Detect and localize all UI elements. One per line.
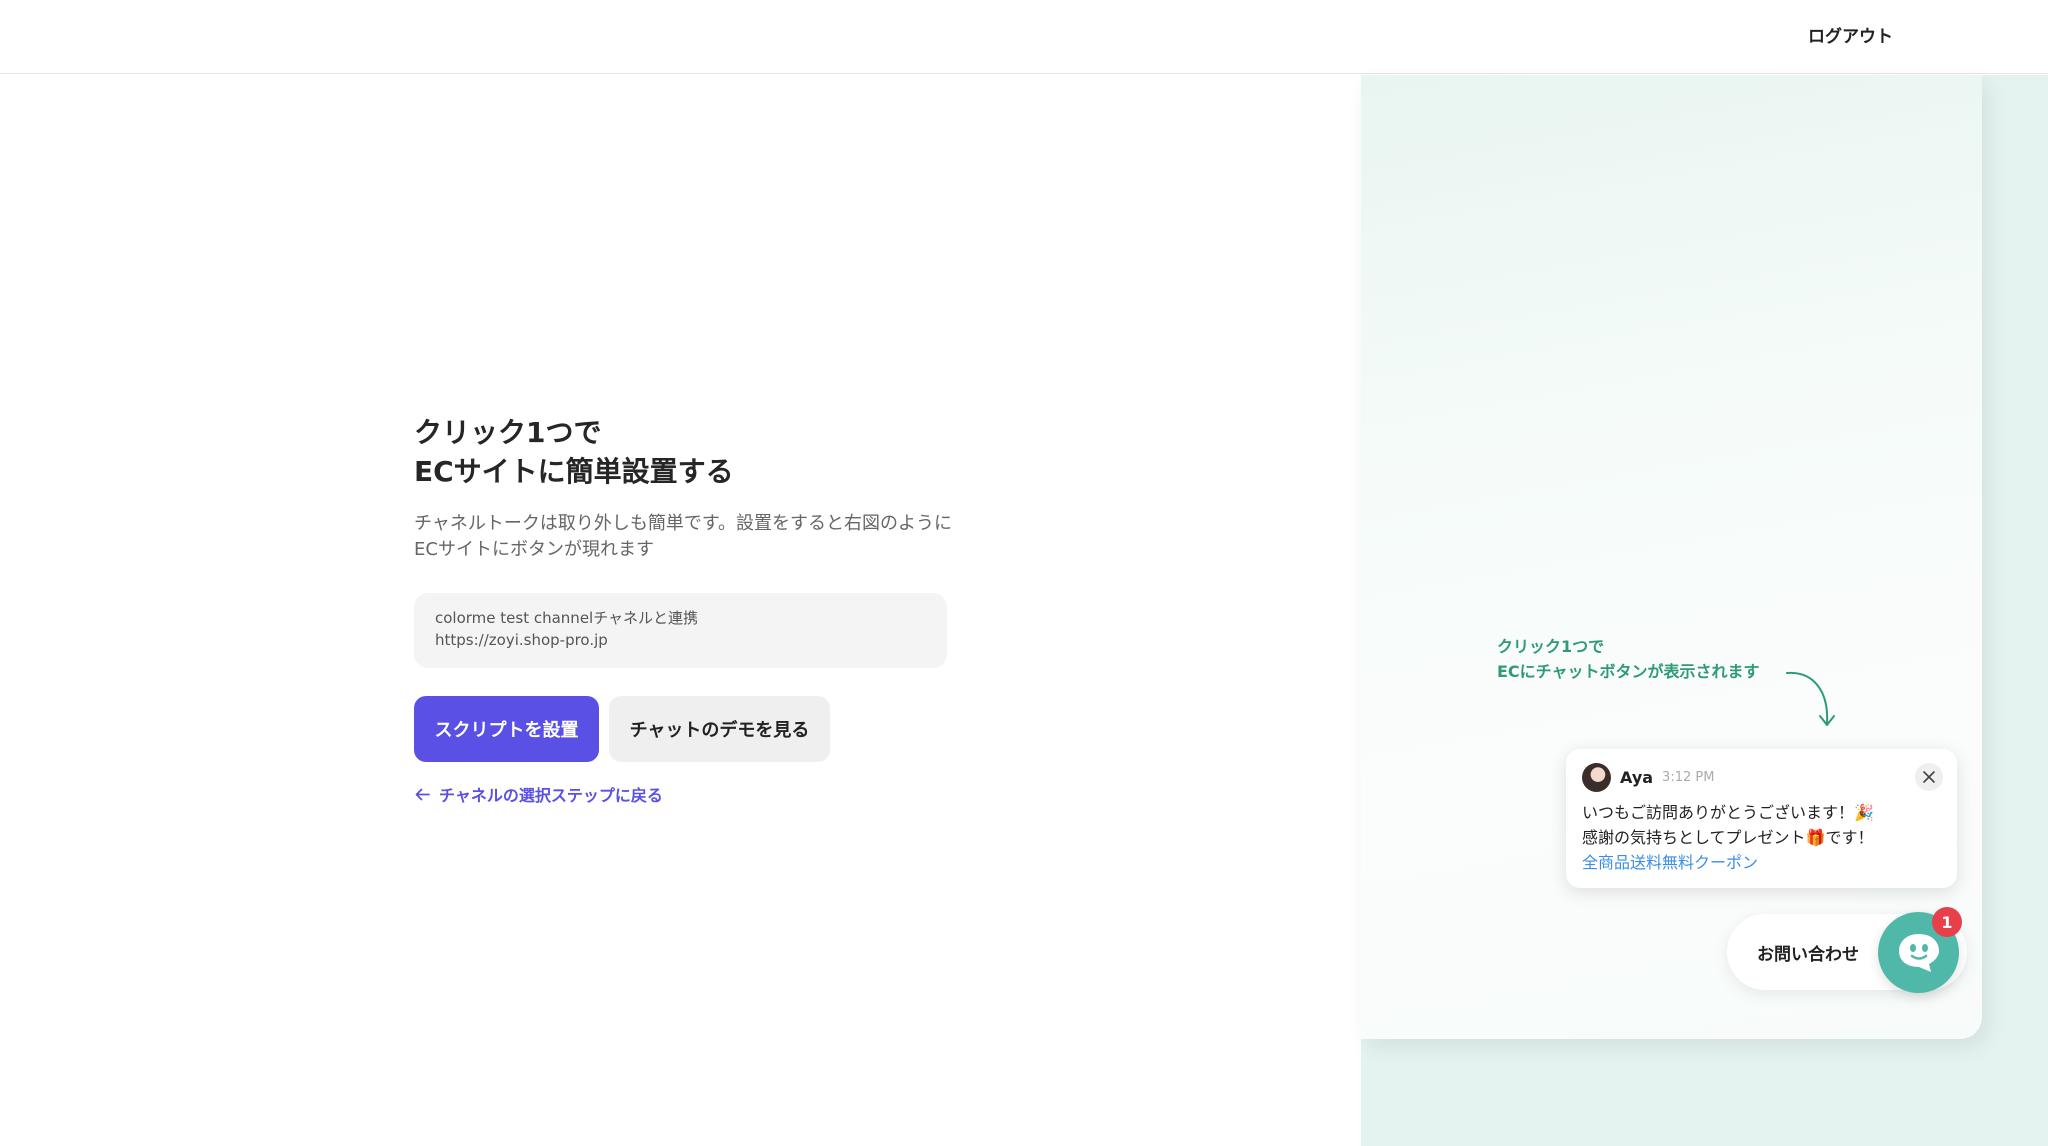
curved-arrow-icon: [1786, 671, 1835, 726]
back-to-channel-select-link[interactable]: チャネルの選択ステップに戻る: [414, 782, 954, 806]
chat-line-2: 感謝の気持ちとしてプレゼント🎁です！: [1582, 828, 1874, 847]
chat-close-button[interactable]: [1915, 763, 1943, 791]
chat-timestamp: 3:12 PM: [1662, 770, 1715, 785]
channel-info-box: colorme test channelチャネルと連携 https://zoyi…: [414, 593, 947, 668]
coupon-link[interactable]: 全商品送料無料クーポン: [1582, 850, 1941, 875]
title-line-1: クリック1つで: [414, 416, 602, 449]
annotation-line-1: クリック1つで: [1497, 637, 1605, 656]
close-icon: [1923, 771, 1935, 783]
preview-annotation: クリック1つで ECにチャットボタンが表示されます: [1497, 634, 1760, 684]
channel-url: https://zoyi.shop-pro.jp: [435, 631, 608, 649]
title-line-2: ECサイトに簡単設置する: [414, 455, 734, 488]
logout-button[interactable]: ログアウト: [1808, 22, 1893, 47]
unread-badge: 1: [1932, 907, 1962, 937]
chat-sender-name: Aya: [1620, 768, 1654, 787]
channel-name: colorme test channelチャネルと連携: [435, 609, 699, 627]
description-text: チャネルトークは取り外しも簡単です。設置をすると右図のようにECサイトにボタンが…: [414, 513, 953, 560]
chat-demo-button[interactable]: チャットのデモを見る: [609, 696, 830, 762]
top-bar: ログアウト: [0, 0, 2048, 74]
launcher-label: お問い合わせ: [1757, 944, 1859, 965]
action-buttons: スクリプトを設置 チャットのデモを見る: [414, 696, 954, 762]
chat-line-1: いつもご訪問ありがとうございます！🎉: [1582, 803, 1874, 822]
page-title: クリック1つで ECサイトに簡単設置する: [414, 413, 954, 491]
install-section: クリック1つで ECサイトに簡単設置する チャネルトークは取り外しも簡単です。設…: [414, 413, 954, 806]
install-script-button[interactable]: スクリプトを設置: [414, 696, 599, 762]
annotation-line-2: ECにチャットボタンが表示されます: [1497, 662, 1760, 681]
chat-face-icon: [1898, 933, 1939, 972]
chat-message-popup[interactable]: Aya 3:12 PM いつもご訪問ありがとうございます！🎉 感謝の気持ちとして…: [1566, 749, 1957, 888]
preview-site-card: [1361, 75, 1982, 1039]
chat-message-body: いつもご訪問ありがとうございます！🎉 感謝の気持ちとしてプレゼント🎁です！ 全商…: [1582, 800, 1941, 875]
chat-header: Aya 3:12 PM: [1582, 763, 1941, 792]
back-link-label: チャネルの選択ステップに戻る: [439, 786, 663, 805]
avatar: [1582, 763, 1611, 792]
arrow-left-icon: [415, 788, 430, 800]
